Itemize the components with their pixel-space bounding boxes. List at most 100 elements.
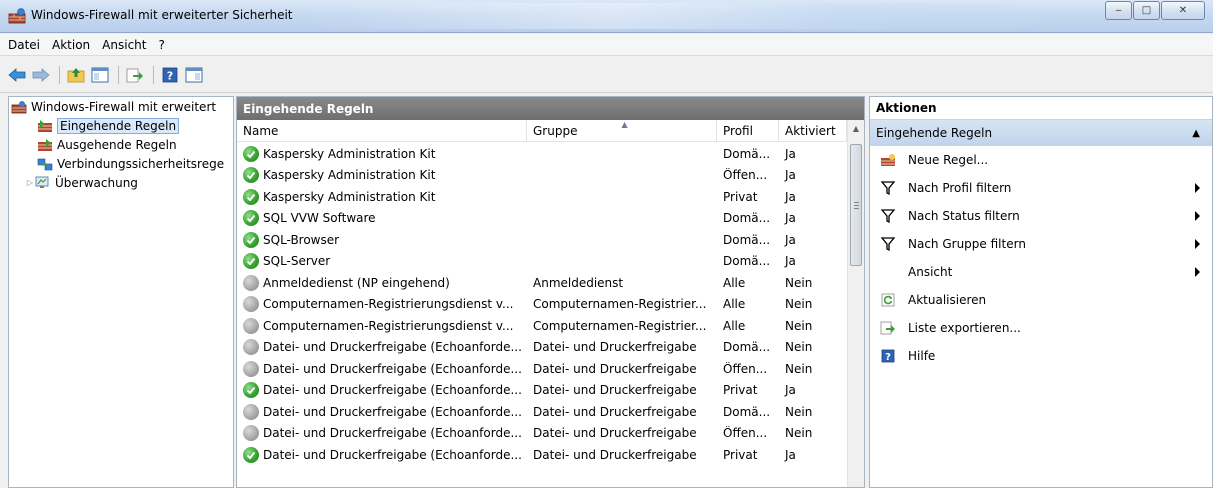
table-row[interactable]: Anmeldedienst (NP eingehend) Anmeldediens… <box>237 272 847 294</box>
cell-active: Nein <box>785 340 813 355</box>
back-arrow-icon[interactable] <box>6 64 28 86</box>
column-header-profile[interactable]: Profil <box>717 120 779 141</box>
cell-name: Datei- und Druckerfreigabe (Echoanforde.… <box>237 382 527 399</box>
filter-icon <box>880 236 896 252</box>
rule-name: Datei- und Druckerfreigabe (Echoanforde.… <box>263 426 522 441</box>
collapse-arrow-icon[interactable]: ▲ <box>1192 128 1200 139</box>
cell-profile: Privat <box>723 189 758 204</box>
scroll-thumb[interactable] <box>850 144 862 266</box>
console-tree: Windows-Firewall mit erweitert Eingehend… <box>8 96 234 488</box>
rule-name: Computernamen-Registrierungsdienst v... <box>263 297 514 312</box>
column-header-group-label: Gruppe <box>533 123 578 138</box>
action-label: Nach Status filtern <box>908 209 1020 223</box>
cell-profile: Domä... <box>723 232 771 247</box>
action-label: Ansicht <box>908 265 953 279</box>
action-refresh[interactable]: Aktualisieren <box>870 286 1212 314</box>
inbound-rules-icon <box>38 119 52 132</box>
close-button[interactable]: ✕ <box>1161 1 1205 20</box>
cell-group: Anmeldedienst <box>533 275 624 290</box>
column-header-name[interactable]: Name <box>237 120 527 141</box>
table-row[interactable]: SQL-Server Domä... Ja <box>237 251 847 273</box>
column-header-active[interactable]: Aktiviert <box>779 120 847 141</box>
tree-item-ausgehende-regeln[interactable]: Ausgehende Regeln <box>9 135 233 154</box>
rule-enabled-icon <box>243 253 259 270</box>
monitoring-icon <box>35 176 49 188</box>
cell-active: Ja <box>785 447 796 462</box>
rule-name: Datei- und Druckerfreigabe (Echoanforde.… <box>263 361 522 376</box>
cell-name: SQL-Server <box>237 253 527 270</box>
menu-help[interactable]: ? <box>152 38 170 52</box>
tree-root[interactable]: Windows-Firewall mit erweitert <box>9 97 233 116</box>
rule-name: SQL-Browser <box>263 232 340 247</box>
table-row[interactable]: Datei- und Druckerfreigabe (Echoanforde.… <box>237 401 847 423</box>
export-list-icon <box>880 320 896 336</box>
menu-aktion[interactable]: Aktion <box>46 38 96 52</box>
tree-item-verbindungssicherheitsregeln[interactable]: Verbindungssicherheitsrege <box>9 154 233 173</box>
action-filter-group[interactable]: Nach Gruppe filtern <box>870 230 1212 258</box>
export-list-icon[interactable] <box>124 64 146 86</box>
tree-item-ueberwachung[interactable]: ▷ Überwachung <box>9 173 233 192</box>
cell-active: Nein <box>785 297 813 312</box>
cell-name: Datei- und Druckerfreigabe (Echoanforde.… <box>237 339 527 356</box>
action-label: Nach Gruppe filtern <box>908 237 1026 251</box>
expand-arrow-icon[interactable]: ▷ <box>25 178 35 187</box>
menu-ansicht[interactable]: Ansicht <box>96 38 152 52</box>
submenu-arrow-icon <box>1195 267 1200 277</box>
action-new-rule[interactable]: Neue Regel... <box>870 146 1212 174</box>
table-row[interactable]: SQL VVW Software Domä... Ja <box>237 208 847 230</box>
rules-scrollbar[interactable]: ▲ <box>847 120 864 487</box>
table-row[interactable]: Datei- und Druckerfreigabe (Echoanforde.… <box>237 337 847 359</box>
svg-text:?: ? <box>167 69 173 82</box>
rule-disabled-icon <box>243 403 259 420</box>
refresh-icon <box>880 292 896 308</box>
rule-name: SQL-Server <box>263 254 331 269</box>
cell-group: Datei- und Druckerfreigabe <box>533 447 697 462</box>
table-row[interactable]: SQL-Browser Domä... Ja <box>237 229 847 251</box>
action-help[interactable]: ? Hilfe <box>870 342 1212 370</box>
forward-arrow-icon[interactable] <box>30 64 52 86</box>
menu-datei[interactable]: Datei <box>2 38 46 52</box>
cell-profile: Domä... <box>723 146 771 161</box>
rule-name: SQL VVW Software <box>263 211 376 226</box>
table-row[interactable]: Kaspersky Administration Kit Domä... Ja <box>237 143 847 165</box>
rule-disabled-icon <box>243 360 259 377</box>
cell-profile: Öffen... <box>723 361 768 376</box>
rule-enabled-icon <box>243 188 259 205</box>
table-row[interactable]: Datei- und Druckerfreigabe (Echoanforde.… <box>237 358 847 380</box>
column-header-group[interactable]: ▲ Gruppe <box>527 120 717 141</box>
action-filter-status[interactable]: Nach Status filtern <box>870 202 1212 230</box>
filter-icon <box>880 180 896 196</box>
actions-title: Aktionen <box>870 97 1212 120</box>
action-filter-profile[interactable]: Nach Profil filtern <box>870 174 1212 202</box>
action-view[interactable]: Ansicht <box>870 258 1212 286</box>
rule-name: Computernamen-Registrierungsdienst v... <box>263 318 514 333</box>
action-label: Aktualisieren <box>908 293 987 307</box>
table-row[interactable]: Computernamen-Registrierungsdienst v... C… <box>237 315 847 337</box>
table-row[interactable]: Datei- und Druckerfreigabe (Echoanforde.… <box>237 444 847 466</box>
table-row[interactable]: Datei- und Druckerfreigabe (Echoanforde.… <box>237 380 847 402</box>
table-row[interactable]: Kaspersky Administration Kit Privat Ja <box>237 186 847 208</box>
rule-disabled-icon <box>243 339 259 356</box>
up-folder-icon[interactable] <box>65 64 87 86</box>
tree-root-label: Windows-Firewall mit erweitert <box>31 99 217 114</box>
cell-active: Ja <box>785 232 796 247</box>
show-hide-action-pane-icon[interactable] <box>183 64 205 86</box>
scroll-up-icon[interactable]: ▲ <box>848 120 864 137</box>
table-row[interactable]: Computernamen-Registrierungsdienst v... C… <box>237 294 847 316</box>
tree-item-eingehende-regeln[interactable]: Eingehende Regeln <box>9 116 233 135</box>
help-icon[interactable]: ? <box>159 64 181 86</box>
toolbar: ? <box>0 57 1213 93</box>
actions-section-header[interactable]: Eingehende Regeln ▲ <box>870 120 1212 146</box>
action-export-list[interactable]: Liste exportieren... <box>870 314 1212 342</box>
cell-name: SQL VVW Software <box>237 210 527 227</box>
cell-group: Datei- und Druckerfreigabe <box>533 361 697 376</box>
cell-name: Datei- und Druckerfreigabe (Echoanforde.… <box>237 403 527 420</box>
table-row[interactable]: Kaspersky Administration Kit Öffen... Ja <box>237 165 847 187</box>
cell-group: Datei- und Druckerfreigabe <box>533 404 697 419</box>
show-hide-console-tree-icon[interactable] <box>89 64 111 86</box>
outbound-rules-icon <box>38 138 52 151</box>
table-row[interactable]: Datei- und Druckerfreigabe (Echoanforde.… <box>237 423 847 445</box>
cell-profile: Alle <box>723 318 746 333</box>
maximize-button[interactable]: □ <box>1133 1 1160 20</box>
minimize-button[interactable]: ‒ <box>1105 1 1132 20</box>
